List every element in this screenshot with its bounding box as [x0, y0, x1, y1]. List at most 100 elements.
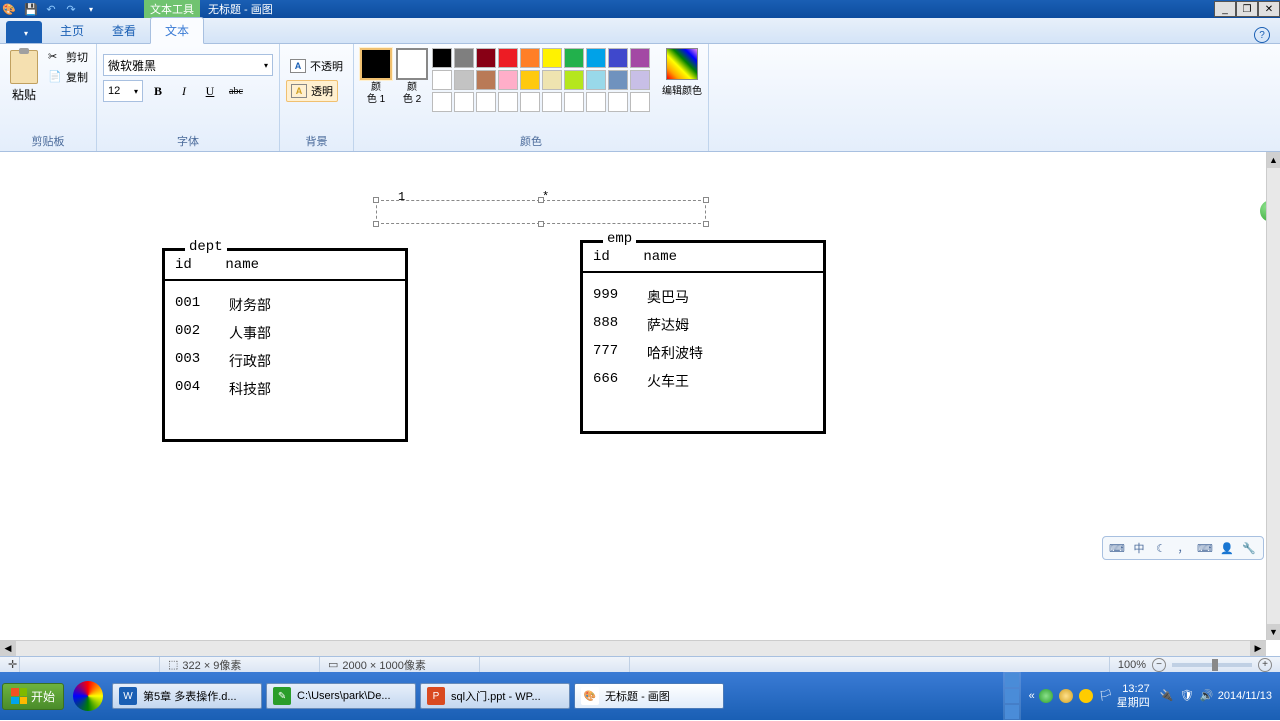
- color-swatch[interactable]: [498, 48, 518, 68]
- tray-icon[interactable]: [1005, 689, 1019, 703]
- zoom-in-button[interactable]: +: [1258, 658, 1272, 672]
- color-swatch[interactable]: [476, 48, 496, 68]
- color-swatch[interactable]: [476, 92, 496, 112]
- clock-time[interactable]: 13:27: [1122, 682, 1150, 696]
- color-swatch[interactable]: [432, 92, 452, 112]
- color-swatch[interactable]: [454, 92, 474, 112]
- scroll-right-icon[interactable]: ▶: [1250, 641, 1266, 656]
- color-swatch[interactable]: [542, 48, 562, 68]
- ime-toolbar[interactable]: ⌨ 中 ☾ ， ⌨ 👤 🔧: [1102, 536, 1264, 560]
- tray-icon[interactable]: 🏳: [1099, 689, 1113, 703]
- ime-icon[interactable]: ⌨: [1109, 540, 1125, 556]
- color-swatch[interactable]: [586, 70, 606, 90]
- tab-view[interactable]: 查看: [98, 18, 150, 43]
- color-swatch[interactable]: [608, 48, 628, 68]
- color-swatch[interactable]: [520, 70, 540, 90]
- resize-handle[interactable]: [538, 197, 544, 203]
- color-swatch[interactable]: [586, 48, 606, 68]
- color-swatch[interactable]: [564, 92, 584, 112]
- color-swatch[interactable]: [432, 48, 452, 68]
- color1-button[interactable]: 颜 色 1: [360, 48, 392, 106]
- color-swatch[interactable]: [564, 70, 584, 90]
- color-swatch[interactable]: [564, 48, 584, 68]
- color-swatch[interactable]: [520, 92, 540, 112]
- qat-undo-icon[interactable]: ↶: [42, 1, 60, 17]
- browser-icon[interactable]: [68, 676, 108, 716]
- edit-colors-button[interactable]: 编辑颜色: [662, 48, 702, 97]
- color-swatch[interactable]: [476, 70, 496, 90]
- color-swatch[interactable]: [520, 48, 540, 68]
- tray-icon[interactable]: [1079, 689, 1093, 703]
- font-size-select[interactable]: 12▾: [103, 80, 143, 102]
- text-input-box[interactable]: [376, 200, 706, 224]
- tray-icon[interactable]: [1039, 689, 1053, 703]
- bold-button[interactable]: B: [147, 80, 169, 102]
- resize-handle[interactable]: [373, 197, 379, 203]
- help-icon[interactable]: ?: [1254, 27, 1270, 43]
- ime-wrench-icon[interactable]: 🔧: [1241, 540, 1257, 556]
- italic-button[interactable]: I: [173, 80, 195, 102]
- strikethrough-button[interactable]: abc: [225, 80, 247, 102]
- transparent-option[interactable]: A透明: [286, 80, 338, 102]
- color-swatch[interactable]: [542, 92, 562, 112]
- color-swatch[interactable]: [542, 70, 562, 90]
- color-swatch[interactable]: [630, 70, 650, 90]
- scroll-left-icon[interactable]: ◀: [0, 641, 16, 656]
- ime-keyboard-icon[interactable]: ⌨: [1197, 540, 1213, 556]
- color-swatch[interactable]: [608, 92, 628, 112]
- taskbar-item[interactable]: 🎨无标题 - 画图: [574, 683, 724, 709]
- zoom-slider[interactable]: [1172, 663, 1252, 667]
- color-swatch[interactable]: [432, 70, 452, 90]
- color-swatch[interactable]: [586, 92, 606, 112]
- horizontal-scrollbar[interactable]: ◀ ▶: [0, 640, 1266, 656]
- ime-punct-icon[interactable]: ，: [1175, 540, 1191, 556]
- resize-handle[interactable]: [373, 221, 379, 227]
- tab-home[interactable]: 主页: [46, 18, 98, 43]
- qat-dropdown-icon[interactable]: ▾: [82, 1, 100, 17]
- taskbar-item[interactable]: W第5章 多表操作.d...: [112, 683, 262, 709]
- tray-icon[interactable]: [1059, 689, 1073, 703]
- ime-person-icon[interactable]: 👤: [1219, 540, 1235, 556]
- color2-button[interactable]: 颜 色 2: [396, 48, 428, 106]
- color-swatch[interactable]: [454, 70, 474, 90]
- paste-button[interactable]: 粘贴: [6, 48, 42, 105]
- zoom-out-button[interactable]: −: [1152, 658, 1166, 672]
- resize-handle[interactable]: [703, 221, 709, 227]
- maximize-button[interactable]: ❐: [1236, 1, 1258, 17]
- taskbar-item[interactable]: Psql入门.ppt - WP...: [420, 683, 570, 709]
- color-swatch[interactable]: [454, 48, 474, 68]
- underline-button[interactable]: U: [199, 80, 221, 102]
- color-swatch[interactable]: [630, 48, 650, 68]
- color-swatch[interactable]: [498, 70, 518, 90]
- tray-icon[interactable]: [1005, 673, 1019, 687]
- copy-button[interactable]: 📄复制: [46, 68, 90, 86]
- vertical-scrollbar[interactable]: ▲ ▼: [1266, 152, 1280, 640]
- tab-text[interactable]: 文本: [150, 17, 204, 44]
- start-button[interactable]: 开始: [2, 683, 64, 710]
- color-swatch[interactable]: [630, 92, 650, 112]
- resize-handle[interactable]: [703, 197, 709, 203]
- color-swatch[interactable]: [608, 70, 628, 90]
- tray-icon[interactable]: 🔌: [1160, 689, 1174, 703]
- opaque-option[interactable]: A不透明: [286, 56, 347, 76]
- file-menu-button[interactable]: [6, 21, 42, 43]
- qat-redo-icon[interactable]: ↷: [62, 1, 80, 17]
- ime-moon-icon[interactable]: ☾: [1153, 540, 1169, 556]
- qat-save-icon[interactable]: 💾: [22, 1, 40, 17]
- ime-mode[interactable]: 中: [1131, 540, 1147, 556]
- canvas[interactable]: 1 * dept id name 001财务部 002人事部 003行政部 00…: [0, 152, 1280, 640]
- font-family-select[interactable]: 微软雅黑▾: [103, 54, 273, 76]
- scroll-down-icon[interactable]: ▼: [1267, 624, 1280, 640]
- tray-icon[interactable]: 🔊: [1200, 689, 1214, 703]
- tray-expand-icon[interactable]: «: [1029, 690, 1035, 702]
- scroll-up-icon[interactable]: ▲: [1267, 152, 1280, 168]
- color-swatch[interactable]: [498, 92, 518, 112]
- taskbar-item[interactable]: ✎C:\Users\park\De...: [266, 683, 416, 709]
- status-empty: [480, 657, 630, 672]
- minimize-button[interactable]: _: [1214, 1, 1236, 17]
- cut-button[interactable]: ✂剪切: [46, 48, 90, 66]
- close-button[interactable]: ✕: [1258, 1, 1280, 17]
- tray-icon[interactable]: 🛡: [1180, 689, 1194, 703]
- tray-icon[interactable]: [1005, 705, 1019, 719]
- resize-handle[interactable]: [538, 221, 544, 227]
